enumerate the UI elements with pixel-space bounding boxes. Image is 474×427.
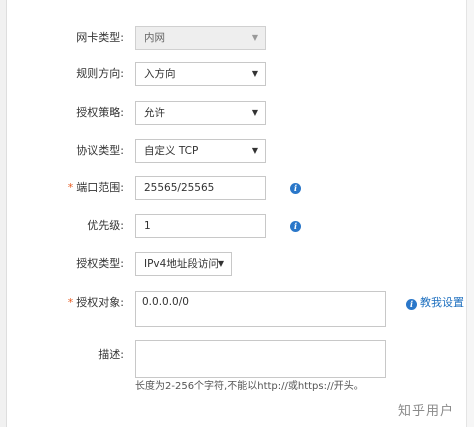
info-icon[interactable]: i bbox=[290, 221, 301, 232]
priority-value: 1 bbox=[144, 220, 151, 232]
right-scroll-edge bbox=[466, 0, 474, 427]
port-range-value: 25565/25565 bbox=[144, 182, 215, 194]
policy-value: 允许 bbox=[144, 107, 165, 119]
port-range-label: * 端口范围: bbox=[0, 181, 124, 195]
watermark: 知乎用户 bbox=[397, 404, 454, 419]
auth-type-select[interactable]: IPv4地址段访问 ▼ bbox=[135, 252, 232, 276]
auth-object-textarea[interactable]: 0.0.0.0/0 bbox=[135, 291, 386, 327]
info-icon: i bbox=[406, 299, 417, 310]
description-label: 描述: bbox=[98, 348, 124, 361]
auth-type-label: 授权类型: bbox=[76, 257, 124, 270]
protocol-select[interactable]: 自定义 TCP ▼ bbox=[135, 139, 266, 163]
port-range-label-text: 端口范围: bbox=[76, 181, 124, 194]
help-link-text: 教我设置 bbox=[420, 296, 464, 309]
auth-object-label: * 授权对象: bbox=[0, 296, 124, 310]
nic-type-label: 网卡类型: bbox=[76, 31, 124, 44]
priority-input[interactable]: 1 bbox=[135, 214, 266, 238]
chevron-down-icon: ▼ bbox=[251, 33, 258, 42]
chevron-down-icon: ▼ bbox=[217, 259, 224, 268]
chevron-down-icon: ▼ bbox=[251, 69, 258, 78]
protocol-value: 自定义 TCP bbox=[144, 145, 199, 157]
priority-label: 优先级: bbox=[87, 219, 124, 232]
chevron-down-icon: ▼ bbox=[251, 108, 258, 117]
direction-label: 规则方向: bbox=[76, 67, 124, 80]
description-hint: 长度为2-256个字符,不能以http://或https://开头。 bbox=[135, 381, 364, 392]
auth-object-value: 0.0.0.0/0 bbox=[142, 296, 189, 308]
policy-label: 授权策略: bbox=[76, 106, 124, 119]
direction-select[interactable]: 入方向 ▼ bbox=[135, 62, 266, 86]
auth-object-label-text: 授权对象: bbox=[76, 296, 124, 309]
policy-select[interactable]: 允许 ▼ bbox=[135, 101, 266, 125]
required-mark: * bbox=[67, 296, 74, 309]
info-icon[interactable]: i bbox=[290, 183, 301, 194]
required-mark: * bbox=[67, 181, 74, 194]
chevron-down-icon: ▼ bbox=[251, 146, 258, 155]
auth-type-value: IPv4地址段访问 bbox=[144, 258, 219, 270]
description-textarea[interactable] bbox=[135, 340, 386, 378]
nic-type-select: 内网 ▼ bbox=[135, 26, 266, 50]
help-link[interactable]: i 教我设置 bbox=[406, 296, 464, 310]
left-panel-edge bbox=[0, 0, 7, 427]
nic-type-value: 内网 bbox=[144, 32, 165, 44]
protocol-label: 协议类型: bbox=[76, 144, 124, 157]
port-range-input[interactable]: 25565/25565 bbox=[135, 176, 266, 200]
direction-value: 入方向 bbox=[144, 68, 176, 80]
